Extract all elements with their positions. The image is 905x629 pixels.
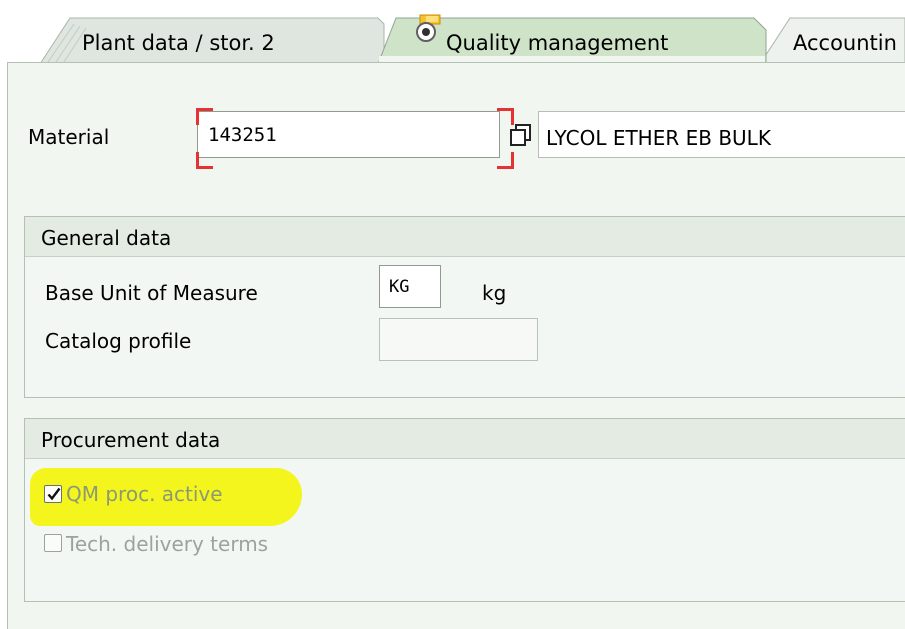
catalog-profile-field[interactable] [379,318,538,361]
qm-proc-active-checkbox[interactable] [44,485,62,503]
tech-delivery-terms-label: Tech. delivery terms [66,532,269,556]
copy-icon[interactable] [508,118,538,152]
tab-strip: Plant data / stor. 2 Quality management … [0,0,905,64]
group-title: General data [25,217,905,257]
tab-quality-management[interactable]: Quality management [446,30,668,56]
base-unit-field[interactable]: KG [379,265,441,308]
required-marker [196,108,213,125]
qm-proc-active-label: QM proc. active [66,482,223,506]
base-unit-text: kg [482,281,507,305]
quality-management-icon [414,14,444,44]
base-unit-label: Base Unit of Measure [45,281,258,305]
tech-delivery-terms-checkbox[interactable] [44,534,62,552]
catalog-profile-label: Catalog profile [45,329,192,353]
tab-accounting[interactable]: Accountin [793,30,905,56]
tab-plant-data-stor-2[interactable]: Plant data / stor. 2 [82,30,275,56]
required-marker [196,152,213,169]
general-data-group: General data [24,216,905,398]
required-marker [497,152,514,169]
material-label: Material [28,125,110,149]
material-input[interactable]: 143251 [197,111,500,158]
group-title: Procurement data [25,419,905,459]
material-description: LYCOL ETHER EB BULK [546,126,771,150]
